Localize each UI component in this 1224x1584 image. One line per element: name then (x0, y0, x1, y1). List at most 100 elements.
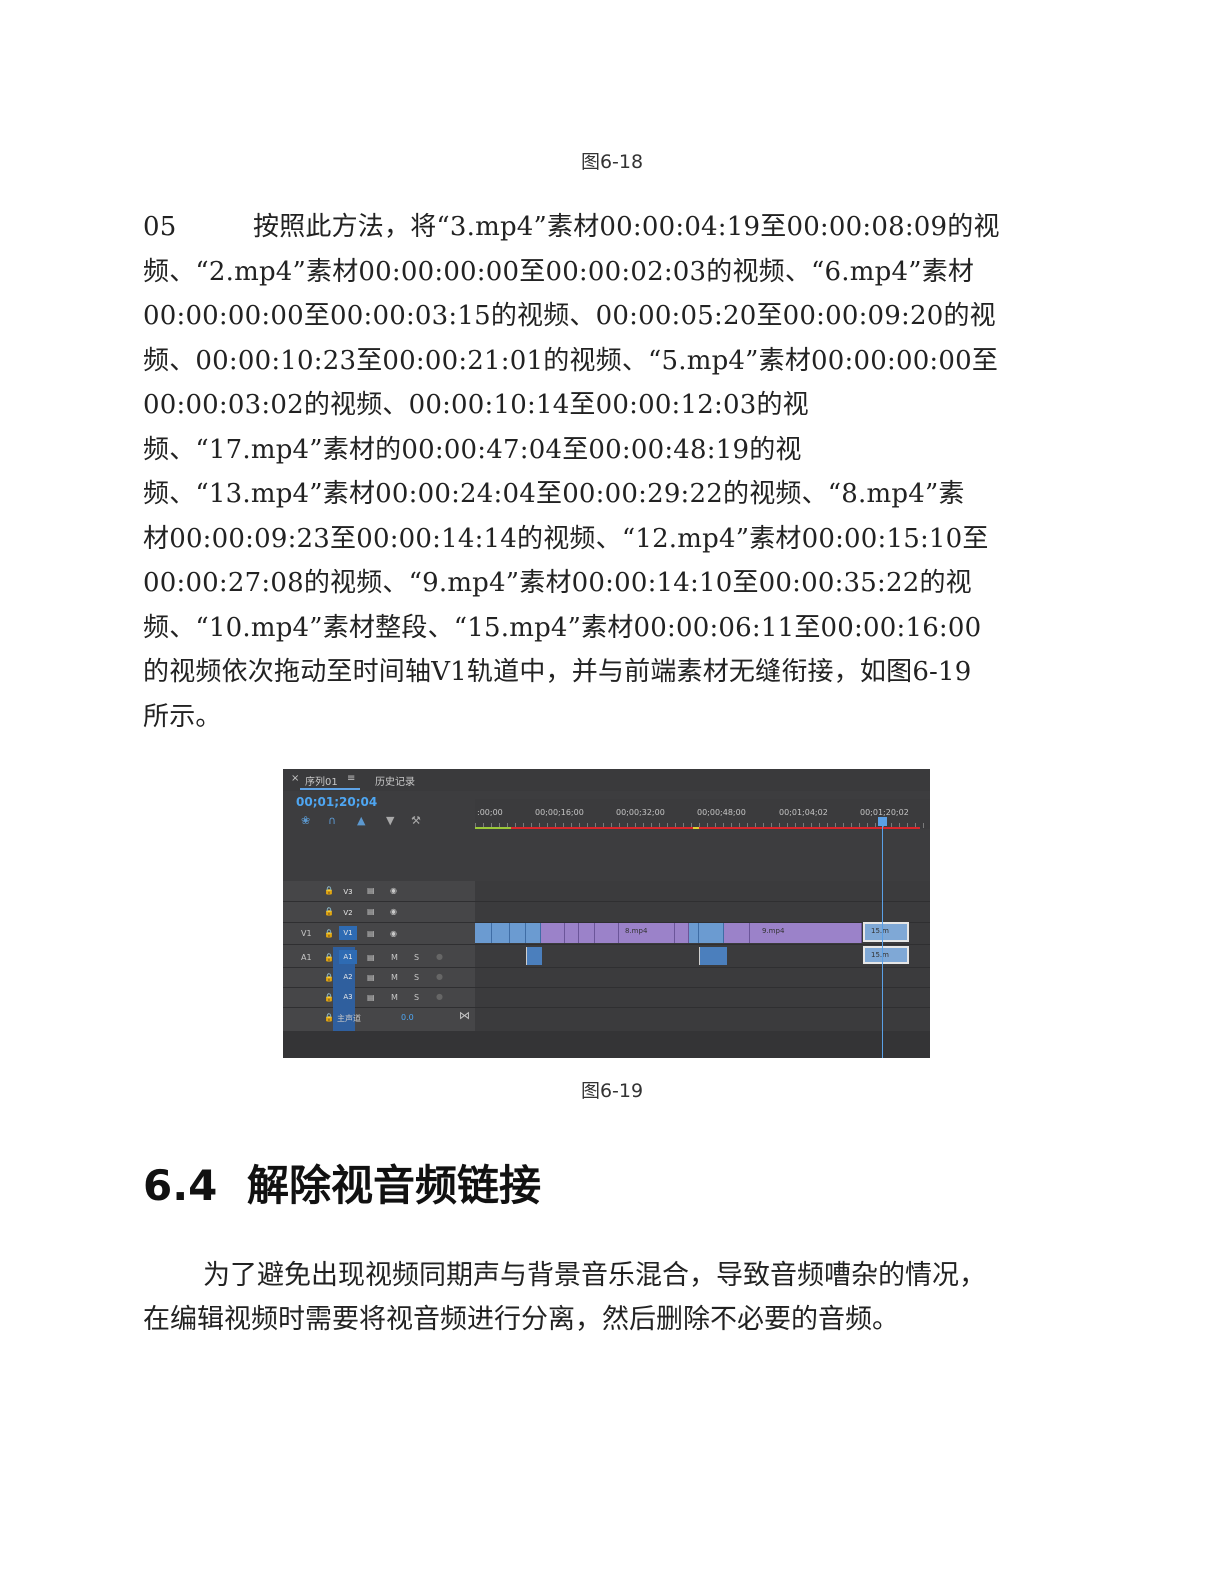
marker-icon[interactable]: ▼ (386, 814, 394, 827)
lock-icon[interactable]: 🔒 (324, 907, 334, 916)
step-line-12: 所示。 (143, 702, 222, 732)
ruler-label: 00;00;16;00 (535, 808, 584, 817)
audio-clip-selected[interactable]: 15.m (863, 946, 909, 964)
film-icon[interactable]: ▤ (367, 907, 375, 916)
video-clip[interactable] (526, 923, 541, 943)
source-patch-a1[interactable]: A1 (301, 953, 312, 962)
clip-label: 15.m (871, 951, 889, 959)
voice-icon[interactable]: ▤ (367, 973, 375, 982)
video-clip[interactable] (699, 923, 724, 943)
video-clip[interactable] (565, 923, 579, 943)
close-icon[interactable]: × (291, 773, 299, 784)
track-a1[interactable]: A1 (339, 950, 357, 964)
master-volume-value[interactable]: 0.0 (401, 1013, 414, 1022)
track-a3[interactable]: A3 (339, 990, 357, 1004)
section-title: 解除视音频链接 (247, 1161, 542, 1210)
audio-clip[interactable] (526, 947, 542, 965)
playhead-line (882, 825, 883, 1058)
lock-icon[interactable]: 🔒 (324, 886, 334, 895)
lock-icon[interactable]: 🔒 (324, 953, 334, 962)
snap-icon[interactable]: ❀ (301, 814, 310, 827)
source-patch-v1[interactable]: V1 (301, 929, 312, 938)
panel-menu-icon[interactable]: ≡ (347, 773, 355, 784)
voice-icon[interactable]: ▤ (367, 953, 375, 962)
timeline-screenshot: × 序列01 ≡ 历史记录 00;01;20;04 ❀ ∩ ▲ ▼ ⚒ :00;… (283, 769, 930, 1058)
eye-icon[interactable]: ◉ (390, 886, 397, 895)
step-line-2: 频、“2.mp4”素材00:00:00:00至00:00:02:03的视频、“6… (143, 257, 975, 287)
track-a2[interactable]: A2 (339, 970, 357, 984)
mic-icon[interactable]: ● (436, 972, 443, 981)
voice-icon[interactable]: ▤ (367, 993, 375, 1002)
clip-label: 8.mp4 (625, 927, 648, 935)
lock-icon[interactable]: 🔒 (324, 1013, 334, 1022)
section-heading: 6.4 解除视音频链接 (143, 1152, 541, 1213)
active-tab-indicator (300, 788, 360, 790)
solo-button[interactable]: S (414, 953, 419, 962)
step-line-11: 的视频依次拖动至时间轴V1轨道中，并与前端素材无缝衔接，如图6-19 (143, 657, 972, 687)
step-line-8: 材00:00:09:23至00:00:14:14的视频、“12.mp4”素材00… (143, 524, 989, 554)
track-v3[interactable]: V3 (339, 885, 357, 899)
mute-button[interactable]: M (391, 993, 398, 1002)
lock-icon[interactable]: 🔒 (324, 929, 334, 938)
track-divider (283, 1007, 930, 1008)
ruler-label: 00;00;32;00 (616, 808, 665, 817)
track-divider (283, 944, 930, 945)
eye-icon[interactable]: ◉ (390, 907, 397, 916)
video-clip[interactable] (595, 923, 619, 943)
go-to-end-icon[interactable]: ⋈ (459, 1009, 470, 1022)
lock-icon[interactable]: 🔒 (324, 973, 334, 982)
track-v2[interactable]: V2 (339, 906, 357, 920)
solo-button[interactable]: S (414, 973, 419, 982)
clip-label: 15.m (871, 927, 889, 935)
film-icon[interactable]: ▤ (367, 929, 375, 938)
mute-button[interactable]: M (391, 973, 398, 982)
tab-history[interactable]: 历史记录 (375, 773, 415, 788)
track-divider (283, 901, 930, 902)
solo-button[interactable]: S (414, 993, 419, 1002)
video-clip[interactable] (510, 923, 526, 943)
figure-caption: 图6-19 (580, 1080, 644, 1102)
eye-icon[interactable]: ◉ (390, 929, 397, 938)
step-number: 05 (143, 212, 177, 242)
ruler-label: :00;00 (477, 808, 503, 817)
video-clip-selected[interactable]: 15.m (863, 922, 909, 942)
step-line-3: 00:00:00:00至00:00:03:15的视频、00:00:05:20至0… (143, 301, 996, 331)
track-divider (283, 967, 930, 968)
mic-icon[interactable]: ● (436, 952, 443, 961)
tab-sequence[interactable]: 序列01 (305, 773, 338, 788)
ruler-label: 00;01;20;02 (860, 808, 909, 817)
audio-clip[interactable] (699, 947, 727, 965)
mic-icon[interactable]: ● (436, 992, 443, 1001)
add-marker-icon[interactable]: ▲ (357, 814, 365, 827)
step-line-5: 00:00:03:02的视频、00:00:10:14至00:00:12:03的视 (143, 390, 809, 420)
video-clip[interactable] (541, 923, 565, 943)
step-line-9: 00:00:27:08的视频、“9.mp4”素材00:00:14:10至00:0… (143, 568, 972, 598)
track-v1[interactable]: V1 (339, 926, 357, 940)
video-clip[interactable] (675, 923, 689, 943)
horizontal-scrollbar[interactable] (283, 1031, 930, 1058)
video-clip[interactable] (724, 923, 750, 943)
track-divider (283, 987, 930, 988)
video-clip-9mp4[interactable]: 9.mp4 (750, 923, 862, 943)
video-clip[interactable] (579, 923, 595, 943)
step-text: 按照此方法，将“3.mp4”素材00:00:04:19至00:00:08:09的… (253, 212, 1000, 242)
linked-selection-icon[interactable]: ∩ (328, 814, 336, 827)
step-line-6: 频、“17.mp4”素材的00:00:47:04至00:00:48:19的视 (143, 435, 802, 465)
video-clip[interactable] (475, 923, 492, 943)
clip-label: 9.mp4 (762, 927, 785, 935)
render-bar-red (493, 827, 920, 829)
step-line-7: 频、“13.mp4”素材00:00:24:04至00:00:29:22的视频、“… (143, 479, 965, 509)
video-clip[interactable] (492, 923, 510, 943)
video-clip-8mp4[interactable]: 8.mp4 (619, 923, 675, 943)
lock-icon[interactable]: 🔒 (324, 993, 334, 1002)
paragraph-line-1: 为了避免出现视频同期声与背景音乐混合，导致音频嘈杂的情况， (203, 1260, 986, 1291)
section-number: 6.4 (143, 1161, 218, 1210)
step-line-1: 05 按照此方法，将“3.mp4”素材00:00:04:19至00:00:08:0… (143, 211, 1000, 243)
video-clip[interactable] (689, 923, 699, 943)
paragraph-line-2: 在编辑视频时需要将视音频进行分离，然后删除不必要的音频。 (143, 1304, 899, 1335)
wrench-icon[interactable]: ⚒ (411, 814, 421, 827)
film-icon[interactable]: ▤ (367, 886, 375, 895)
mute-button[interactable]: M (391, 953, 398, 962)
ruler-label: 00;00;48;00 (697, 808, 746, 817)
playhead-timecode[interactable]: 00;01;20;04 (296, 795, 377, 809)
